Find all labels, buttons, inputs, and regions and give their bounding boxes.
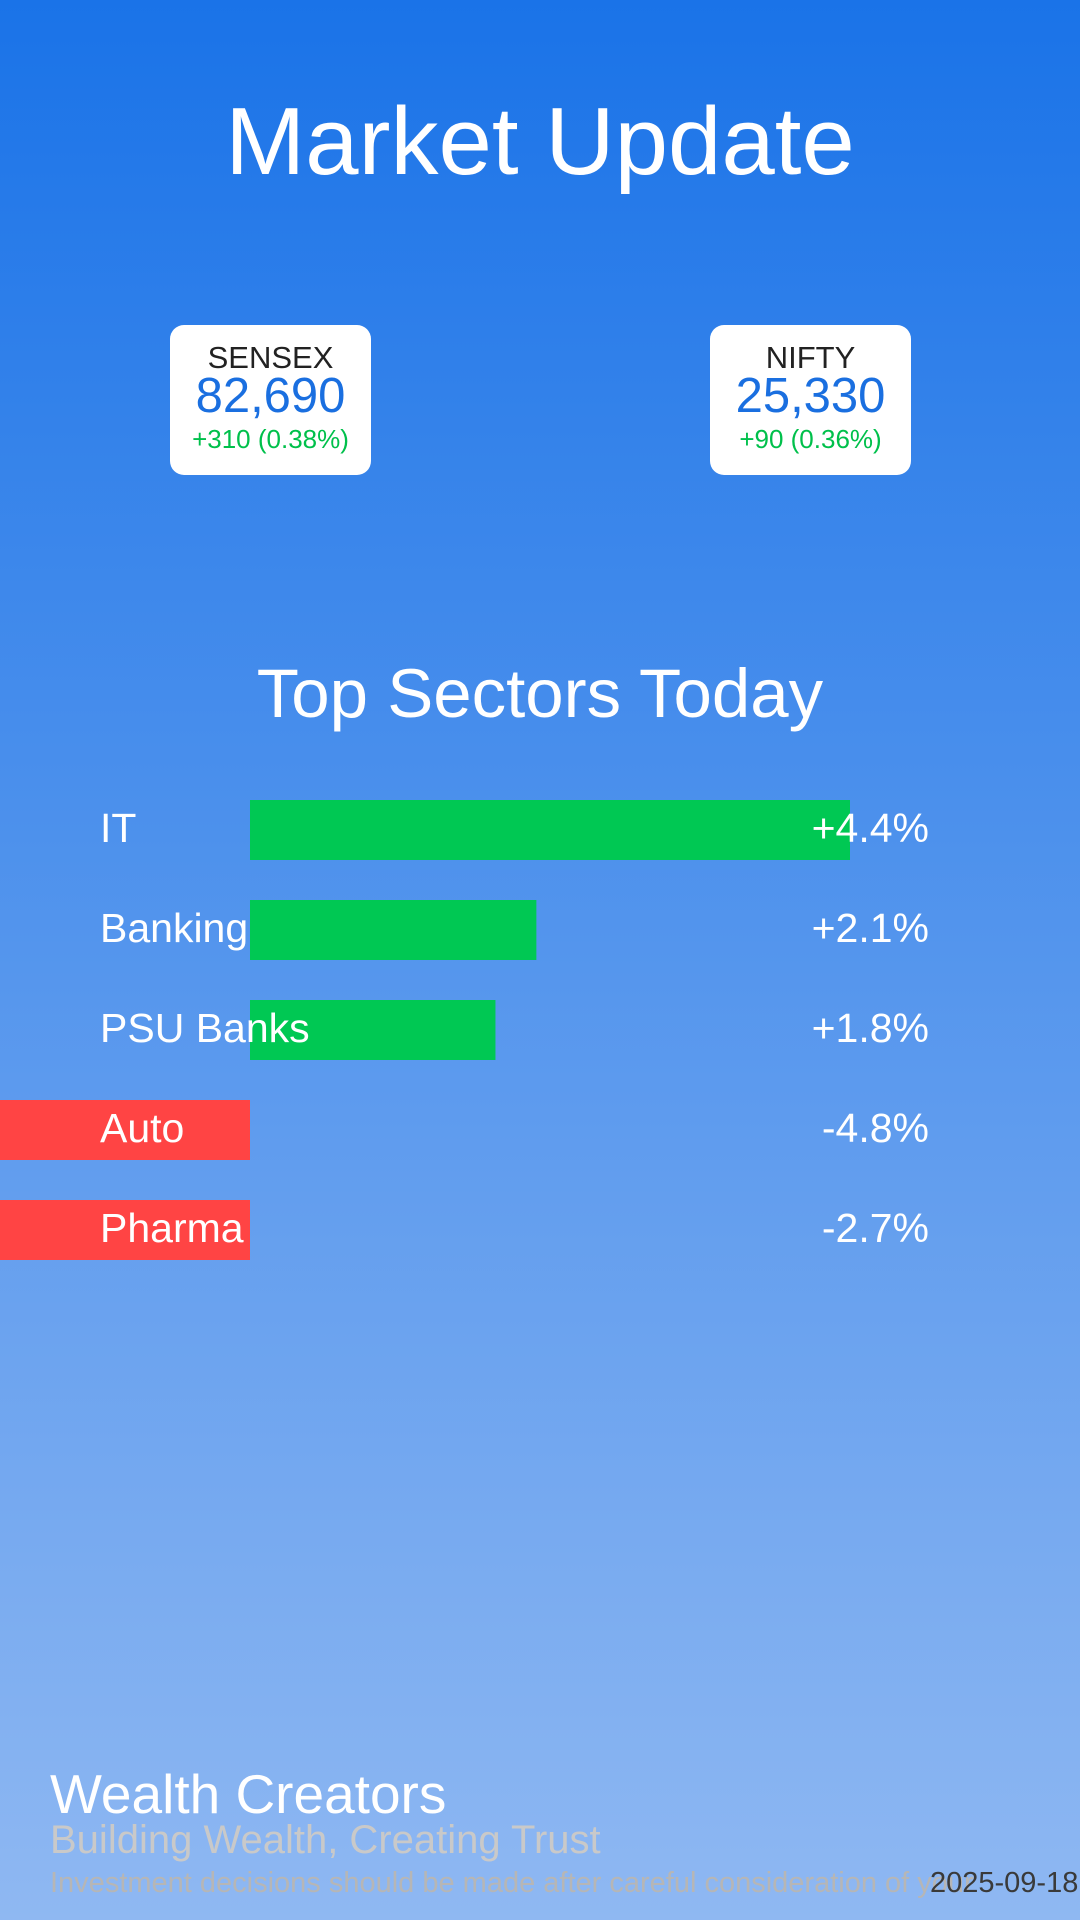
category-label-banking: Banking — [100, 905, 248, 951]
value-label-it: +4.4% — [812, 805, 929, 851]
disclaimer-text: Investment decisions should be made afte… — [50, 1867, 974, 1899]
value-label-auto: -4.8% — [822, 1105, 929, 1151]
index-value: 25,330 — [735, 369, 886, 423]
value-label-banking: +2.1% — [812, 905, 929, 951]
brand-name: Wealth Creators — [50, 1763, 447, 1825]
index-value: 82,690 — [195, 369, 346, 423]
page-title: Market Update — [225, 88, 855, 195]
market-update-page: Market Update SENSEX 82,690 +310 (0.38%)… — [0, 0, 1080, 1920]
report-date: 2025-09-18 — [930, 1867, 1079, 1899]
index-change: +310 (0.38%) — [192, 424, 349, 454]
category-label-psu-banks: PSU Banks — [100, 1005, 310, 1051]
value-label-pharma: -2.7% — [822, 1205, 929, 1251]
category-label-it: IT — [100, 805, 136, 851]
index-change: +90 (0.36%) — [739, 424, 882, 454]
value-label-psu-banks: +1.8% — [812, 1005, 929, 1051]
bar-it — [250, 800, 850, 860]
category-label-auto: Auto — [100, 1105, 184, 1151]
sector-bar-chart: IT +4.4% Banking +2.1% PSU Banks +1.8% Auto -4.… — [0, 800, 929, 1260]
category-label-pharma: Pharma — [100, 1205, 244, 1251]
brand-tagline: Building Wealth, Creating Trust — [50, 1818, 601, 1862]
bar-banking — [250, 900, 537, 960]
chart-title: Top Sectors Today — [256, 655, 824, 732]
index-card-nifty[interactable]: NIFTY 25,330 +90 (0.36%) — [710, 325, 911, 475]
index-card-sensex[interactable]: SENSEX 82,690 +310 (0.38%) — [170, 325, 371, 475]
